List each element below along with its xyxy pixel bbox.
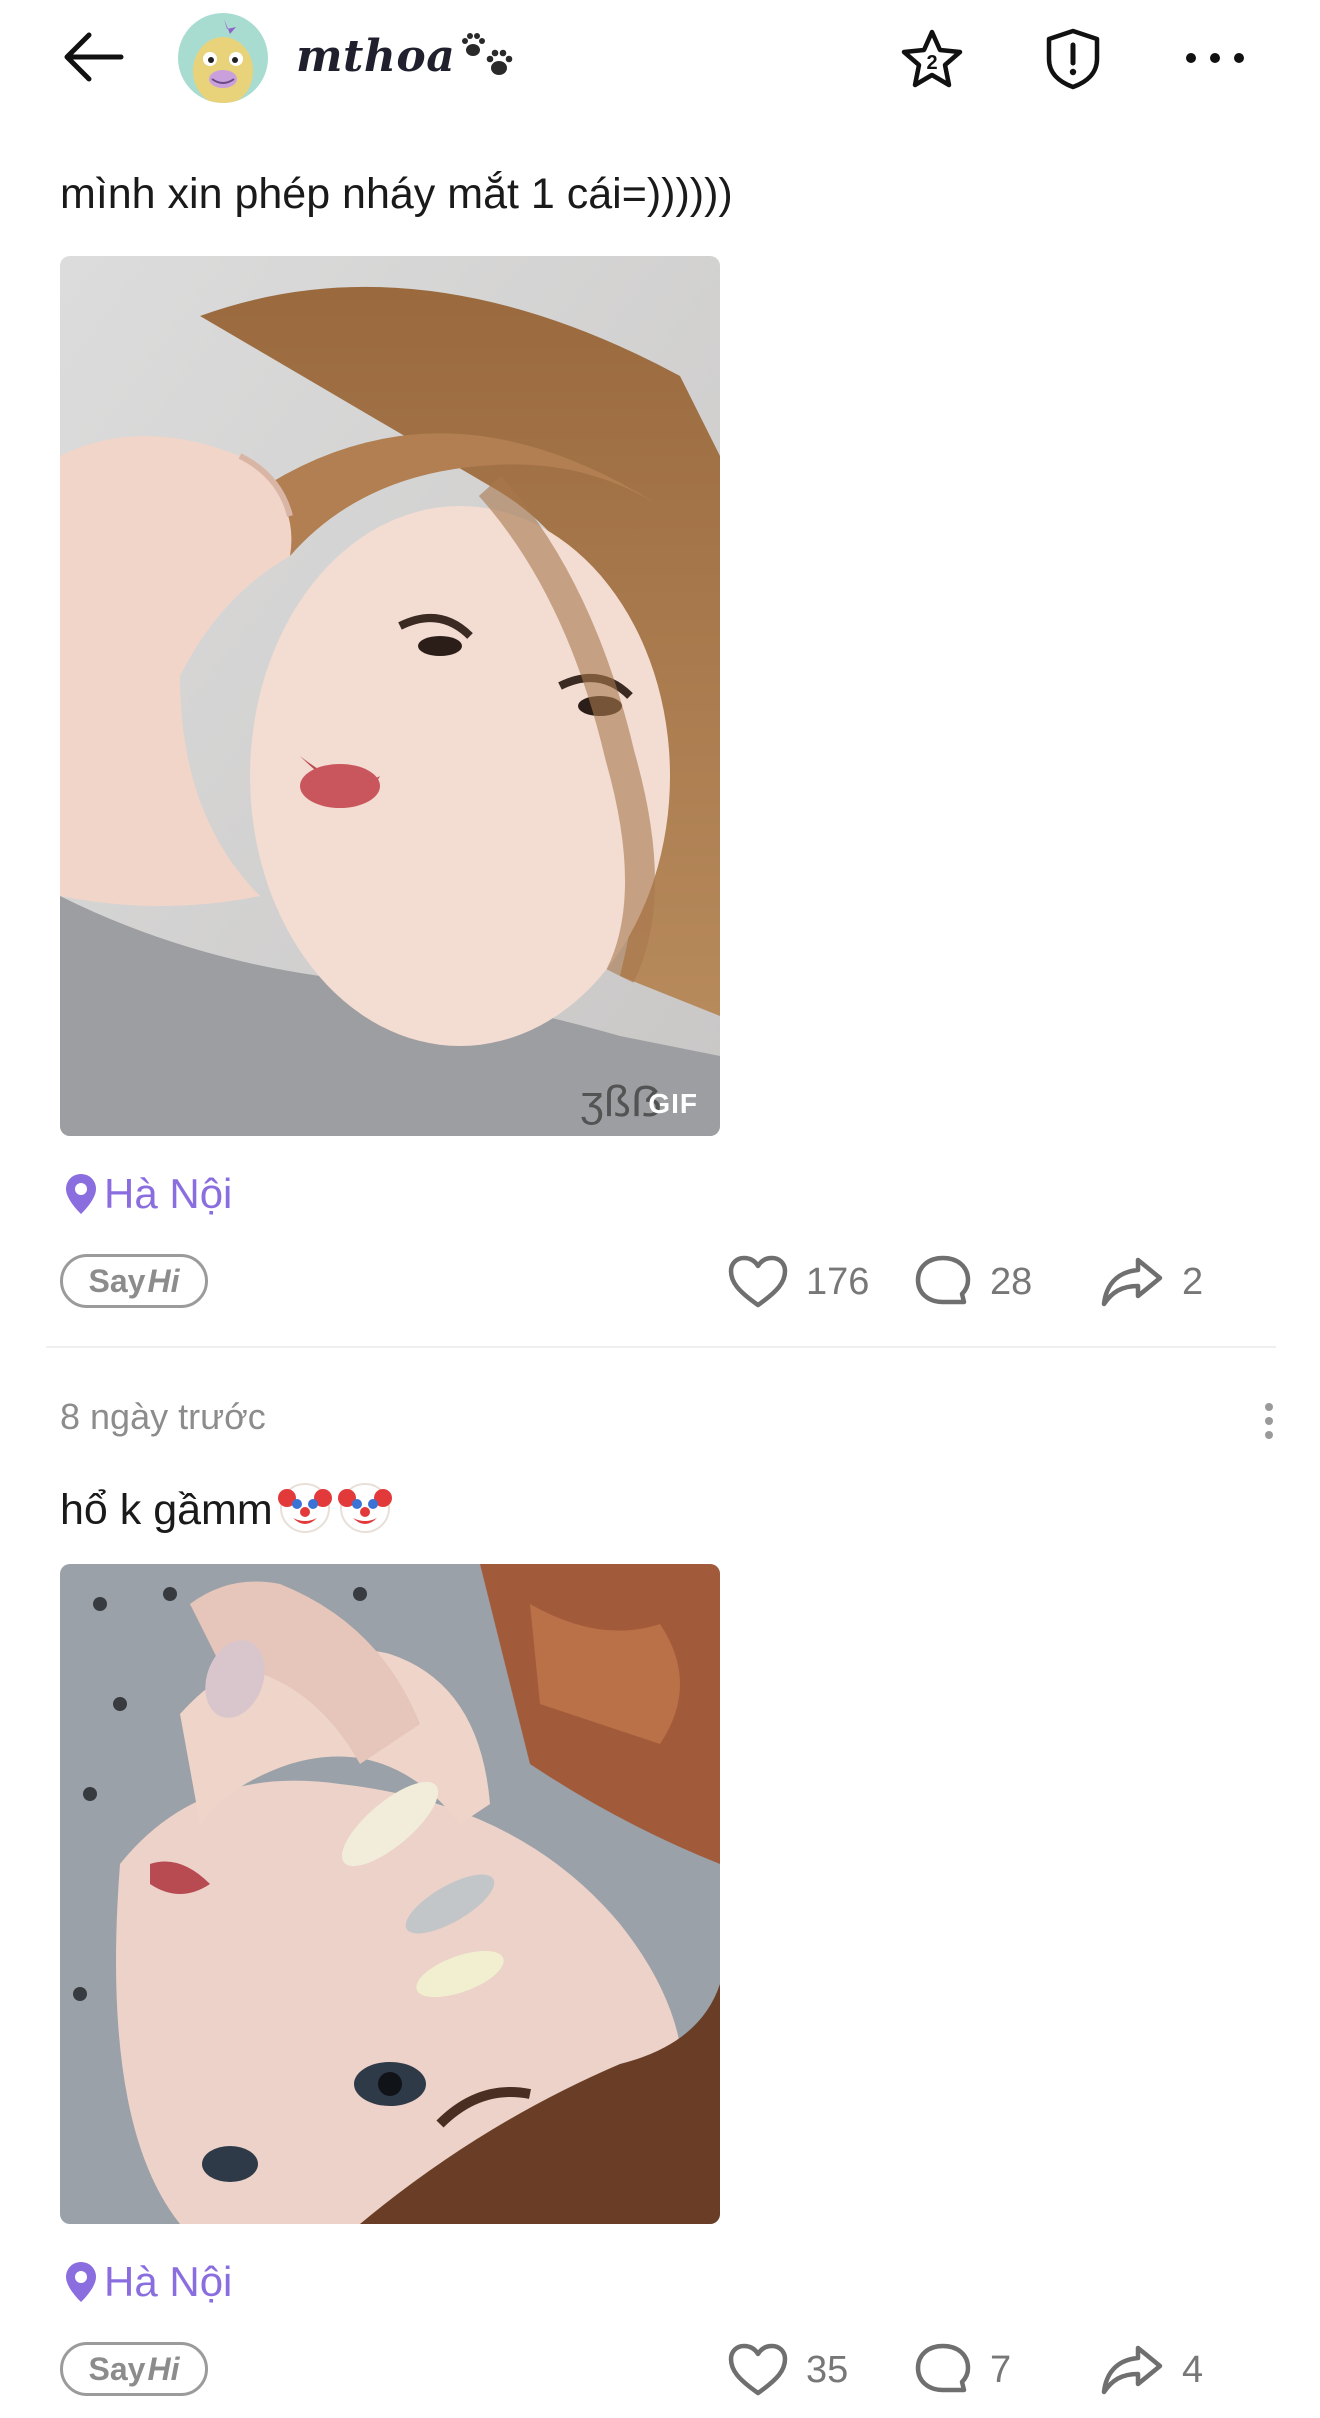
location-pin-icon — [66, 2262, 96, 2302]
selfie-photo — [60, 1564, 720, 2224]
more-horizontal-icon — [1186, 53, 1244, 63]
location-label: Hà Nội — [104, 1170, 233, 1217]
say-hi-label-hi: Hi — [147, 2350, 180, 2387]
arrow-left-icon — [64, 32, 124, 82]
location-pin-icon — [66, 1174, 96, 1214]
say-hi-label: Say — [88, 1262, 146, 1299]
more-options-button[interactable] — [1180, 36, 1250, 80]
top-bar: mthoa 2 — [0, 0, 1320, 120]
location-tag[interactable]: Hà Nội — [64, 1166, 232, 1222]
username-text: mthoa — [296, 30, 456, 82]
username[interactable]: mthoa — [296, 26, 521, 86]
say-hi-label-hi: Hi — [147, 1262, 180, 1299]
star-count: 2 — [926, 52, 937, 74]
heart-icon — [728, 1255, 788, 1308]
share-count: 2 — [1182, 1260, 1204, 1303]
more-vertical-icon — [1265, 1403, 1273, 1439]
share-button[interactable]: 4 — [1100, 2340, 1203, 2400]
selfie-photo: ʒßẞ — [60, 256, 720, 1136]
comment-button[interactable]: 7 — [914, 2340, 1011, 2400]
post-image[interactable]: ʒßẞ GIF — [60, 256, 720, 1136]
comment-icon — [915, 2343, 971, 2393]
share-icon — [1101, 2345, 1163, 2395]
star-icon: 2 — [901, 29, 963, 88]
post-text-content: hổ k gầmm — [60, 1486, 273, 1534]
back-button[interactable] — [55, 24, 131, 90]
gif-badge: GIF — [648, 1088, 698, 1119]
avatar[interactable] — [178, 13, 268, 103]
share-button[interactable]: 2 — [1100, 1252, 1203, 1312]
clown-face-icon — [277, 1483, 332, 1533]
shield-alert-icon — [1046, 28, 1100, 90]
heart-icon — [728, 2343, 788, 2396]
share-count: 4 — [1182, 2348, 1204, 2391]
comment-count: 28 — [990, 1260, 1033, 1303]
share-icon — [1101, 1257, 1163, 1307]
like-count: 176 — [806, 1260, 870, 1303]
avatar-image — [178, 13, 268, 103]
location-label: Hà Nội — [104, 2258, 233, 2305]
favorite-star-button[interactable]: 2 — [898, 26, 966, 94]
comment-count: 7 — [990, 2348, 1012, 2391]
comment-icon — [915, 1255, 971, 1305]
post-timestamp: 8 ngày trước — [60, 1396, 266, 1437]
report-button[interactable] — [1040, 24, 1106, 94]
like-button[interactable]: 176 — [728, 1252, 869, 1312]
post-options-button[interactable] — [1252, 1396, 1286, 1446]
post-text: hổ k gầmm — [60, 1478, 393, 1535]
post-divider — [46, 1346, 1276, 1348]
like-button[interactable]: 35 — [728, 2340, 848, 2400]
post-text: mình xin phép nháy mắt 1 cái=)))))) — [60, 170, 733, 218]
post-image[interactable] — [60, 1564, 720, 2224]
paws-icon — [462, 33, 513, 75]
say-hi-button[interactable]: Say Hi — [60, 1254, 208, 1308]
clown-face-icon — [337, 1483, 392, 1533]
say-hi-label: Say — [88, 2350, 146, 2387]
like-count: 35 — [806, 2348, 849, 2391]
location-tag[interactable]: Hà Nội — [64, 2254, 232, 2310]
comment-button[interactable]: 28 — [914, 1252, 1032, 1312]
say-hi-button[interactable]: Say Hi — [60, 2342, 208, 2396]
